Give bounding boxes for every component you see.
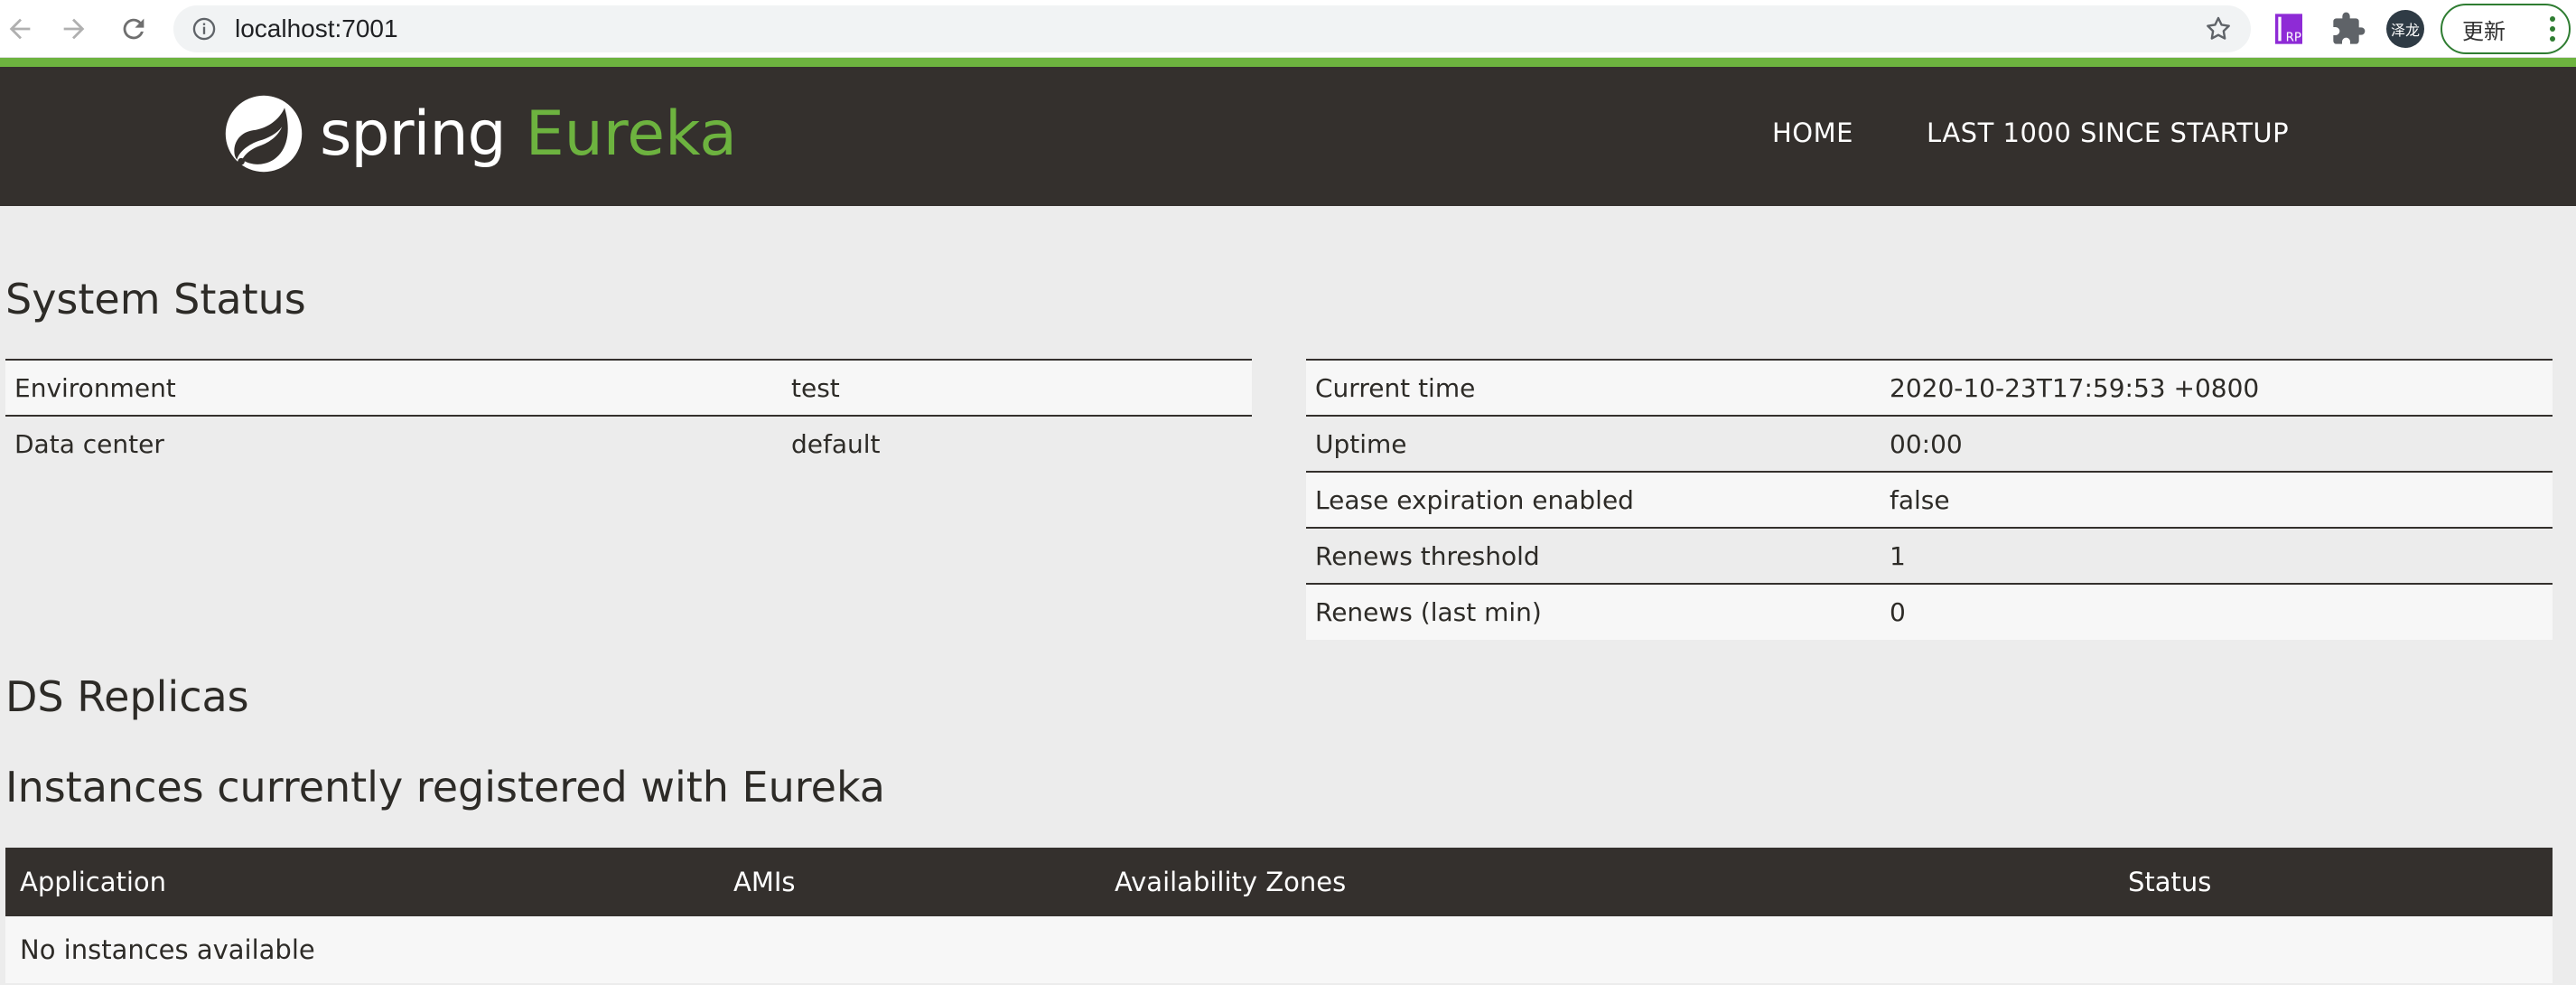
status-row: Environment test <box>5 359 1252 416</box>
empty-instances-message: No instances available <box>5 916 2553 983</box>
browser-toolbar: localhost:7001 RP 泽龙 更新 <box>0 0 2576 58</box>
green-accent-stripe <box>0 58 2576 67</box>
update-label: 更新 <box>2462 18 2506 44</box>
status-row: Data center default <box>5 415 1252 472</box>
status-label: Renews threshold <box>1306 527 1881 584</box>
status-label: Data center <box>5 415 782 472</box>
instances-header-row: Application AMIs Availability Zones Stat… <box>5 848 2553 916</box>
status-label: Lease expiration enabled <box>1306 471 1881 528</box>
status-label: Renews (last min) <box>1306 583 1881 640</box>
extensions-puzzle-icon[interactable] <box>2330 11 2366 47</box>
arrow-left-icon <box>9 18 31 40</box>
status-row: Renews (last min) 0 <box>1306 583 2553 640</box>
instances-heading: Instances currently registered with Eure… <box>5 763 885 811</box>
rp-extension-icon[interactable]: RP <box>2271 11 2307 47</box>
logo-eureka-text: Eureka <box>525 98 737 170</box>
column-header-application: Application <box>5 848 719 916</box>
bookmark-star-icon[interactable] <box>2204 14 2233 43</box>
instances-table: Application AMIs Availability Zones Stat… <box>5 848 2553 983</box>
status-label: Environment <box>5 359 782 416</box>
address-bar[interactable]: localhost:7001 <box>173 5 2251 52</box>
status-row: Uptime 00:00 <box>1306 415 2553 472</box>
eureka-header: spring Eureka HOME LAST 1000 SINCE START… <box>0 67 2576 206</box>
status-value: 2020-10-23T17:59:53 +0800 <box>1881 359 2553 416</box>
column-header-availability-zones: Availability Zones <box>1100 848 2114 916</box>
spring-leaf-icon <box>225 95 303 173</box>
spring-eureka-logo[interactable]: spring Eureka <box>220 89 737 179</box>
back-button[interactable] <box>0 9 40 49</box>
status-value: 0 <box>1881 583 2553 640</box>
column-header-amis: AMIs <box>719 848 1100 916</box>
menu-dots-icon <box>2550 16 2555 42</box>
logo-spring-text: spring <box>320 98 507 170</box>
system-status-left-table: Environment test Data center default <box>5 359 1252 472</box>
status-row: Current time 2020-10-23T17:59:53 +0800 <box>1306 359 2553 416</box>
table-row: No instances available <box>5 916 2553 983</box>
column-header-status: Status <box>2114 848 2553 916</box>
info-icon[interactable] <box>191 16 217 42</box>
status-label: Uptime <box>1306 415 1881 472</box>
nav-last-1000-link[interactable]: LAST 1000 SINCE STARTUP <box>1927 117 2289 148</box>
reload-icon <box>123 18 145 40</box>
avatar-label: 泽龙 <box>2390 22 2420 39</box>
status-label: Current time <box>1306 359 1881 416</box>
url-text: localhost:7001 <box>235 14 398 42</box>
status-value: test <box>782 359 1252 416</box>
forward-button[interactable] <box>54 9 94 49</box>
profile-avatar[interactable]: 泽龙 <box>2386 10 2424 48</box>
reload-button[interactable] <box>114 9 154 49</box>
status-value: 00:00 <box>1881 415 2553 472</box>
nav-home-link[interactable]: HOME <box>1772 117 1853 148</box>
system-status-heading: System Status <box>5 275 306 324</box>
ds-replicas-heading: DS Replicas <box>5 672 249 721</box>
status-value: default <box>782 415 1252 472</box>
status-value: false <box>1881 471 2553 528</box>
system-status-right-table: Current time 2020-10-23T17:59:53 +0800 U… <box>1306 359 2553 640</box>
svg-text:RP: RP <box>2286 31 2301 44</box>
arrow-right-icon <box>63 18 85 40</box>
status-row: Renews threshold 1 <box>1306 527 2553 584</box>
status-row: Lease expiration enabled false <box>1306 471 2553 528</box>
status-value: 1 <box>1881 527 2553 584</box>
update-button[interactable]: 更新 <box>2441 4 2571 54</box>
